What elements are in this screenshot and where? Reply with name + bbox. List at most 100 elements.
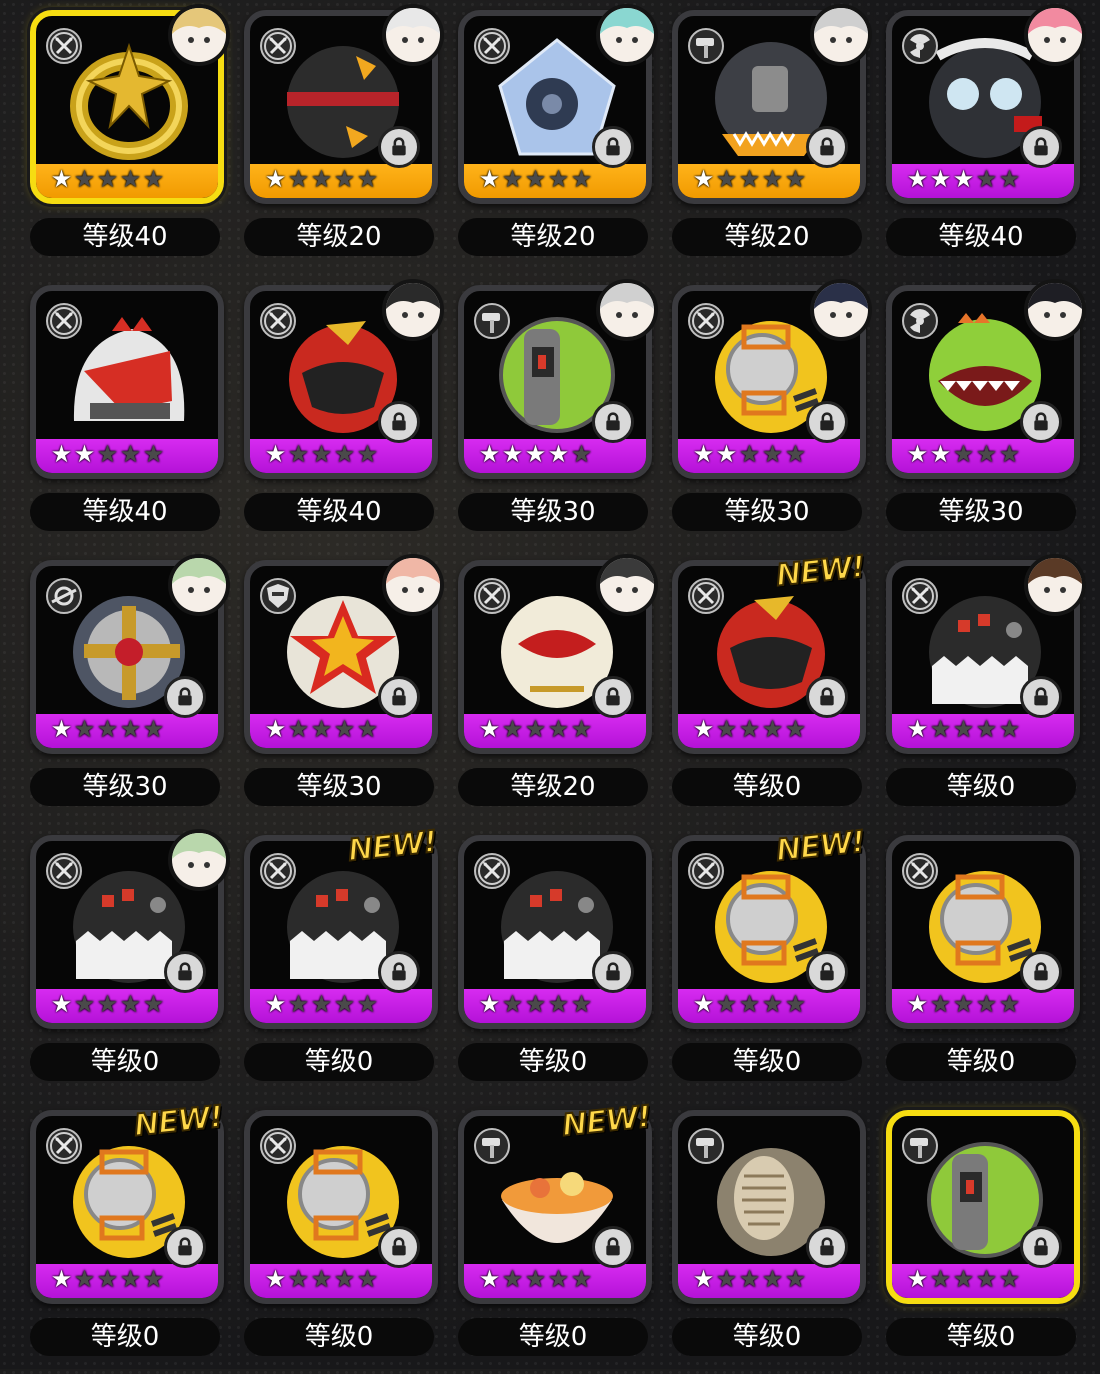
- star-icon: ★: [906, 715, 929, 743]
- equipped-character-avatar: [168, 829, 230, 891]
- star-rating: ★ ★ ★ ★ ★: [50, 991, 165, 1017]
- lock-icon[interactable]: [806, 676, 848, 718]
- star-rating: ★ ★ ★ ★ ★: [264, 716, 379, 742]
- star-icon: ★: [570, 990, 593, 1018]
- lock-icon[interactable]: [592, 951, 634, 993]
- item-frame[interactable]: ★ ★ ★ ★ ★: [672, 560, 866, 754]
- star-icon: ★: [952, 1265, 975, 1293]
- star-icon: ★: [715, 440, 738, 468]
- item-frame[interactable]: ★ ★ ★ ★ ★: [244, 835, 438, 1029]
- level-label: 等级20: [672, 218, 862, 256]
- star-icon: ★: [119, 990, 142, 1018]
- lock-icon[interactable]: [378, 401, 420, 443]
- lock-icon[interactable]: [592, 126, 634, 168]
- star-icon: ★: [761, 715, 784, 743]
- star-rating: ★ ★ ★ ★ ★: [906, 166, 1021, 192]
- equipped-character-avatar: [1024, 279, 1086, 341]
- equipment-item-card[interactable]: ★ ★ ★ ★ ★ 等级30: [454, 279, 660, 549]
- lock-icon[interactable]: [164, 676, 206, 718]
- level-label: 等级0: [458, 1043, 648, 1081]
- lock-icon[interactable]: [378, 951, 420, 993]
- star-icon: ★: [287, 165, 310, 193]
- level-label: 等级0: [672, 768, 862, 806]
- equipment-item-card[interactable]: ★ ★ ★ ★ ★ NEW! 等级0: [26, 1098, 232, 1374]
- star-rating: ★ ★ ★ ★ ★: [264, 166, 379, 192]
- star-rating: ★ ★ ★ ★ ★: [478, 991, 593, 1017]
- star-icon: ★: [478, 715, 501, 743]
- star-rating: ★ ★ ★ ★ ★: [50, 441, 165, 467]
- lock-icon[interactable]: [806, 951, 848, 993]
- equipment-item-card[interactable]: ★ ★ ★ ★ ★ NEW! 等级0: [668, 548, 874, 824]
- level-label: 等级0: [30, 1318, 220, 1356]
- item-frame[interactable]: ★ ★ ★ ★ ★: [672, 1110, 866, 1304]
- equipment-item-card[interactable]: ★ ★ ★ ★ ★ 等级40: [26, 4, 232, 274]
- star-icon: ★: [333, 165, 356, 193]
- equipment-item-card[interactable]: ★ ★ ★ ★ ★ NEW! 等级0: [668, 823, 874, 1099]
- equipment-item-card[interactable]: ★ ★ ★ ★ ★ NEW! 等级0: [454, 1098, 660, 1374]
- equipment-item-card[interactable]: ★ ★ ★ ★ ★ 等级20: [668, 4, 874, 274]
- equipment-item-card[interactable]: ★ ★ ★ ★ ★ 等级0: [240, 1104, 446, 1374]
- star-icon: ★: [692, 990, 715, 1018]
- lock-icon[interactable]: [164, 1226, 206, 1268]
- equipment-item-card[interactable]: ★ ★ ★ ★ ★ 等级30: [882, 279, 1088, 549]
- equipment-item-card[interactable]: ★ ★ ★ ★ ★ 等级30: [240, 554, 446, 824]
- star-icon: ★: [929, 715, 952, 743]
- item-frame[interactable]: ★ ★ ★ ★ ★: [30, 1110, 224, 1304]
- star-icon: ★: [906, 990, 929, 1018]
- star-rating: ★ ★ ★ ★ ★: [906, 991, 1021, 1017]
- lock-icon[interactable]: [806, 126, 848, 168]
- lock-icon[interactable]: [378, 126, 420, 168]
- equipment-item-card[interactable]: ★ ★ ★ ★ ★ 等级0: [882, 829, 1088, 1099]
- star-icon: ★: [524, 990, 547, 1018]
- level-label: 等级0: [672, 1043, 862, 1081]
- lock-icon[interactable]: [378, 1226, 420, 1268]
- lock-icon[interactable]: [592, 676, 634, 718]
- crossed-swords-icon: [46, 853, 82, 889]
- star-rating: ★ ★ ★ ★ ★: [264, 991, 379, 1017]
- star-icon: ★: [478, 1265, 501, 1293]
- lock-icon[interactable]: [592, 1226, 634, 1268]
- star-icon: ★: [998, 715, 1021, 743]
- lock-icon[interactable]: [1020, 676, 1062, 718]
- item-frame[interactable]: ★ ★ ★ ★ ★: [672, 835, 866, 1029]
- star-rating: ★ ★ ★ ★ ★: [692, 716, 807, 742]
- equipment-item-card[interactable]: ★ ★ ★ ★ ★ 等级30: [668, 279, 874, 549]
- equipment-item-card[interactable]: ★ ★ ★ ★ ★ NEW! 等级0: [240, 823, 446, 1099]
- level-label: 等级0: [244, 1318, 434, 1356]
- lock-icon[interactable]: [1020, 1226, 1062, 1268]
- star-icon: ★: [264, 990, 287, 1018]
- item-frame[interactable]: ★ ★ ★ ★ ★: [458, 1110, 652, 1304]
- lock-icon[interactable]: [1020, 951, 1062, 993]
- equipment-item-card[interactable]: ★ ★ ★ ★ ★ 等级30: [26, 554, 232, 824]
- equipment-item-card[interactable]: ★ ★ ★ ★ ★ 等级0: [882, 1104, 1088, 1374]
- lock-icon[interactable]: [806, 1226, 848, 1268]
- equipment-item-card[interactable]: ★ ★ ★ ★ ★ 等级0: [882, 554, 1088, 824]
- lock-icon[interactable]: [164, 951, 206, 993]
- equipment-item-card[interactable]: ★ ★ ★ ★ ★ 等级20: [454, 4, 660, 274]
- equipment-item-card[interactable]: ★ ★ ★ ★ ★ 等级20: [240, 4, 446, 274]
- equipment-item-card[interactable]: ★ ★ ★ ★ ★ 等级0: [668, 1104, 874, 1374]
- lock-icon[interactable]: [806, 401, 848, 443]
- lock-icon[interactable]: [1020, 126, 1062, 168]
- lock-icon[interactable]: [1020, 401, 1062, 443]
- equipment-item-card[interactable]: ★ ★ ★ ★ ★ 等级20: [454, 554, 660, 824]
- equipment-item-card[interactable]: ★ ★ ★ ★ ★ 等级40: [240, 279, 446, 549]
- equipment-item-card[interactable]: ★ ★ ★ ★ ★ 等级0: [26, 829, 232, 1099]
- item-frame[interactable]: ★ ★ ★ ★ ★: [886, 1110, 1080, 1304]
- item-frame[interactable]: ★ ★ ★ ★ ★: [244, 1110, 438, 1304]
- star-icon: ★: [310, 715, 333, 743]
- star-icon: ★: [547, 165, 570, 193]
- star-icon: ★: [142, 440, 165, 468]
- equipment-item-card[interactable]: ★ ★ ★ ★ ★ 等级40: [26, 279, 232, 549]
- equipment-item-card[interactable]: ★ ★ ★ ★ ★ 等级40: [882, 4, 1088, 274]
- equipment-item-card[interactable]: ★ ★ ★ ★ ★ 等级0: [454, 829, 660, 1099]
- level-label: 等级0: [244, 1043, 434, 1081]
- lock-icon[interactable]: [378, 676, 420, 718]
- item-frame[interactable]: ★ ★ ★ ★ ★: [30, 285, 224, 479]
- lock-icon[interactable]: [592, 401, 634, 443]
- star-rating: ★ ★ ★ ★ ★: [692, 166, 807, 192]
- item-frame[interactable]: ★ ★ ★ ★ ★: [458, 835, 652, 1029]
- item-frame[interactable]: ★ ★ ★ ★ ★: [886, 835, 1080, 1029]
- level-label: 等级30: [244, 768, 434, 806]
- crossed-swords-icon: [474, 853, 510, 889]
